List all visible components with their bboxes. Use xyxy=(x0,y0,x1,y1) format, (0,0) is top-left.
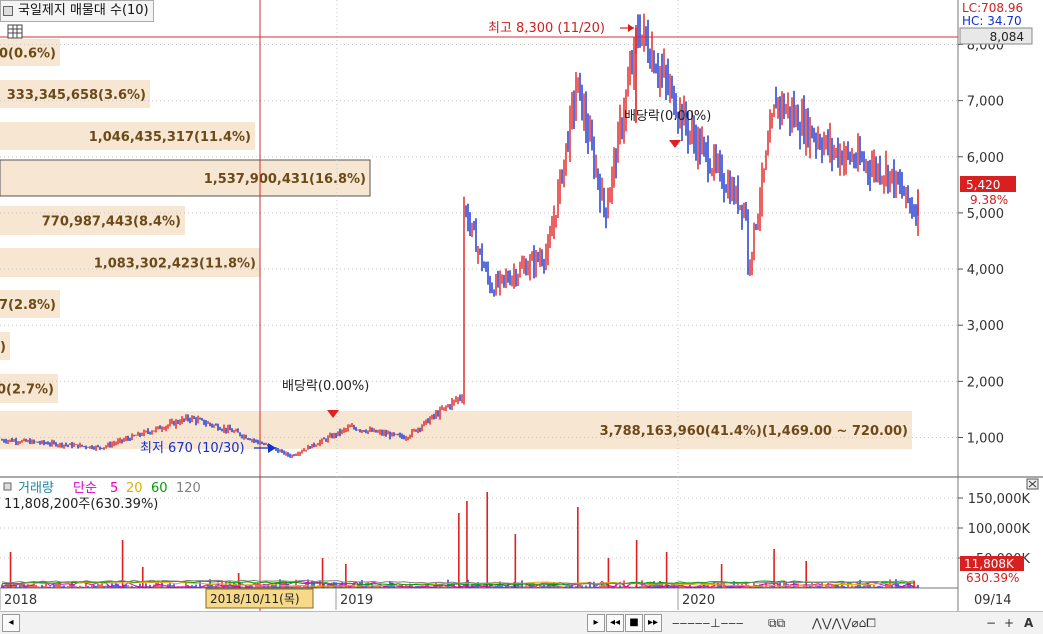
volume-profile-row: 1,046,435,317(11.4%) xyxy=(0,122,255,150)
volume-profile-label: 242,779,690(2.7%) xyxy=(0,383,54,398)
svg-text:11,808,200주(630.39%): 11,808,200주(630.39%) xyxy=(4,497,158,512)
current-price-badge: 5,420 9.38% xyxy=(960,176,1016,207)
volume-profile-label: 253,876,187(2.8%) xyxy=(0,298,56,313)
chart-toolbar: ◂ ▸ ◂◂ ■ ▸▸ ‒‒‒‒‒⊥‒‒‒ ⧉⧉ ⋀⋁⋀⋁⌀⌂⧠ − + A xyxy=(0,611,1043,634)
volume-profile-row: 770,987,443(8.4%) xyxy=(0,206,185,235)
price-tick-label: 6,000 xyxy=(967,151,1004,166)
cursor-price-badge: 8,084 xyxy=(959,27,1033,45)
volume-plot-area[interactable] xyxy=(0,478,958,588)
last-icon[interactable]: ▸▸ xyxy=(644,614,662,632)
svg-text:11,808K: 11,808K xyxy=(964,557,1015,571)
title-checkbox-icon[interactable] xyxy=(3,5,13,16)
first-icon[interactable]: ◂◂ xyxy=(606,614,624,632)
volume-profile-label: 770,987,443(8.4%) xyxy=(42,215,181,230)
x-tick-label: 2018 xyxy=(4,593,37,608)
svg-text:단순: 단순 xyxy=(73,481,97,496)
volume-profile-row: 1,537,900,431(16.8%) xyxy=(0,159,371,197)
price-tick-label: 3,000 xyxy=(967,319,1004,334)
x-end-label: 09/14 xyxy=(974,593,1011,608)
lc-badge: LC:708.96 xyxy=(960,1,1040,15)
period-slider-icon[interactable]: ‒‒‒‒‒⊥‒‒‒ xyxy=(672,615,744,631)
svg-text:60: 60 xyxy=(151,481,168,496)
drawing-tools-icon[interactable]: ⋀⋁⋀⋁⌀⌂⧠ xyxy=(812,615,876,631)
x-tick-label: 2020 xyxy=(682,593,715,608)
volume-profile-label: 1,083,302,423(11.8%) xyxy=(94,257,256,272)
svg-text:HC: 34.70: HC: 34.70 xyxy=(962,14,1022,28)
low-label: 최저 670 (10/30) xyxy=(140,441,245,456)
volume-tick-label: 100,000K xyxy=(968,522,1031,537)
svg-text:9.38%: 9.38% xyxy=(970,193,1008,207)
current-volume-badge: 11,808K 630.39% xyxy=(960,556,1024,585)
price-tick-label: 4,000 xyxy=(967,263,1004,278)
volume-profile-row: 1,083,302,423(11.8%) xyxy=(0,248,260,277)
chart-title[interactable]: 국일제지 매물대 수(10) xyxy=(0,0,154,22)
volume-profile-label: 3,788,163,960(41.4%)(1,469.00 ~ 720.00) xyxy=(600,424,908,439)
stock-chart-canvas[interactable]: 55,786,340(0.6%) 333,345,658(3.6%) 1,046,4… xyxy=(0,0,1043,611)
stop-icon[interactable]: ■ xyxy=(625,614,643,632)
svg-text:거래량: 거래량 xyxy=(18,481,54,496)
cursor-date-badge: 2018/10/11(목) xyxy=(205,588,314,609)
volume-profile-row: 333,345,658(3.6%) xyxy=(0,80,150,108)
chart-title-text: 국일제지 매물대 수(10) xyxy=(18,3,149,18)
volume-profile-row: 242,779,690(2.7%) xyxy=(0,374,58,403)
x-axis-labels: 2018 2019 2020 xyxy=(0,588,715,610)
price-tick-label: 7,000 xyxy=(967,95,1004,110)
volume-profile-label: 55,786,340(0.6%) xyxy=(0,47,56,62)
volume-y-ticks: 150,000K100,000K50,000K xyxy=(958,492,1030,567)
grid-icon[interactable] xyxy=(7,24,23,39)
svg-text:LC:708.96: LC:708.96 xyxy=(962,1,1023,15)
price-tick-label: 2,000 xyxy=(967,375,1004,390)
x-tick-label: 2019 xyxy=(340,593,373,608)
volume-profile-row: 253,876,187(2.8%) xyxy=(0,290,60,318)
volume-profile-row: 55,786,340(0.6%) xyxy=(0,39,60,66)
svg-text:8,084: 8,084 xyxy=(990,30,1024,44)
volume-profile-row: 36,321,602(0.4%) xyxy=(0,332,10,360)
zoom-out-icon[interactable]: − xyxy=(986,615,996,631)
volume-profile-row: 3,788,163,960(41.4%)(1,469.00 ~ 720.00) xyxy=(0,411,912,449)
svg-text:630.39%: 630.39% xyxy=(966,571,1019,585)
price-tick-label: 5,000 xyxy=(967,207,1004,222)
scroll-right-icon[interactable]: ▸ xyxy=(587,614,605,632)
scroll-left-icon[interactable]: ◂ xyxy=(2,614,20,632)
price-tick-label: 1,000 xyxy=(967,432,1004,447)
volume-tick-label: 150,000K xyxy=(968,492,1031,507)
svg-text:20: 20 xyxy=(126,481,143,496)
zoom-in-icon[interactable]: + xyxy=(1004,615,1014,631)
price-plot-area[interactable] xyxy=(0,0,958,476)
svg-text:5,420: 5,420 xyxy=(966,178,1000,192)
volume-profile-label: 1,046,435,317(11.4%) xyxy=(89,130,251,145)
hc-badge: HC: 34.70 xyxy=(962,14,1022,28)
high-label: 최고 8,300 (11/20) xyxy=(488,21,605,36)
text-icon[interactable]: A xyxy=(1024,615,1033,631)
svg-text:배당락(0.00%): 배당락(0.00%) xyxy=(282,379,369,394)
chart-layout-icon[interactable]: ⧉⧉ xyxy=(768,615,785,631)
svg-text:5: 5 xyxy=(110,481,118,496)
volume-profile-label: 1,537,900,431(16.8%) xyxy=(204,172,366,187)
svg-text:120: 120 xyxy=(176,481,201,496)
volume-profile-label: 36,321,602(0.4%) xyxy=(0,340,6,355)
svg-text:배당락(0.00%): 배당락(0.00%) xyxy=(624,109,711,124)
svg-text:09/14: 09/14 xyxy=(974,593,1011,608)
price-y-ticks: 8,0007,0006,0005,0004,0003,0002,0001,000 xyxy=(958,38,1004,447)
volume-pane-close-icon[interactable] xyxy=(1026,478,1039,490)
svg-text:2018/10/11(목): 2018/10/11(목) xyxy=(210,592,300,606)
